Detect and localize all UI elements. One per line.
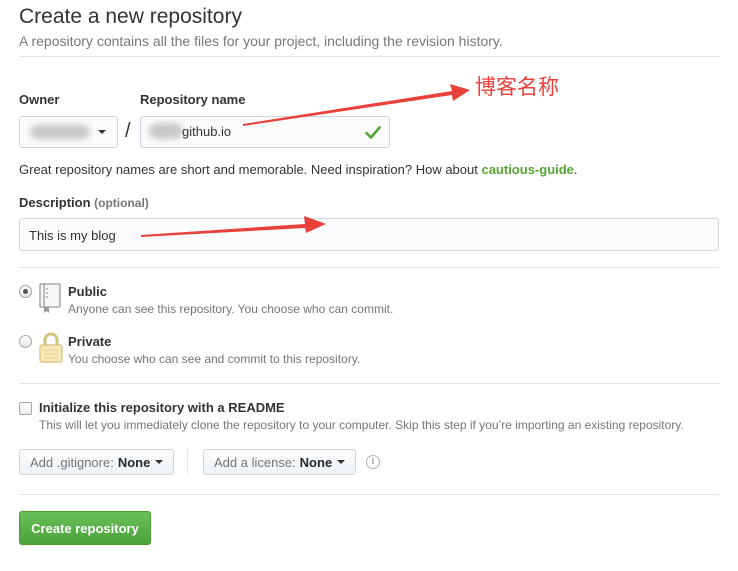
arrow-to-repo-name — [243, 84, 470, 126]
arrow-to-description — [141, 216, 326, 237]
annotation-arrows — [141, 84, 470, 237]
annotation-repo-name-note: 博客名称 — [475, 75, 559, 99]
